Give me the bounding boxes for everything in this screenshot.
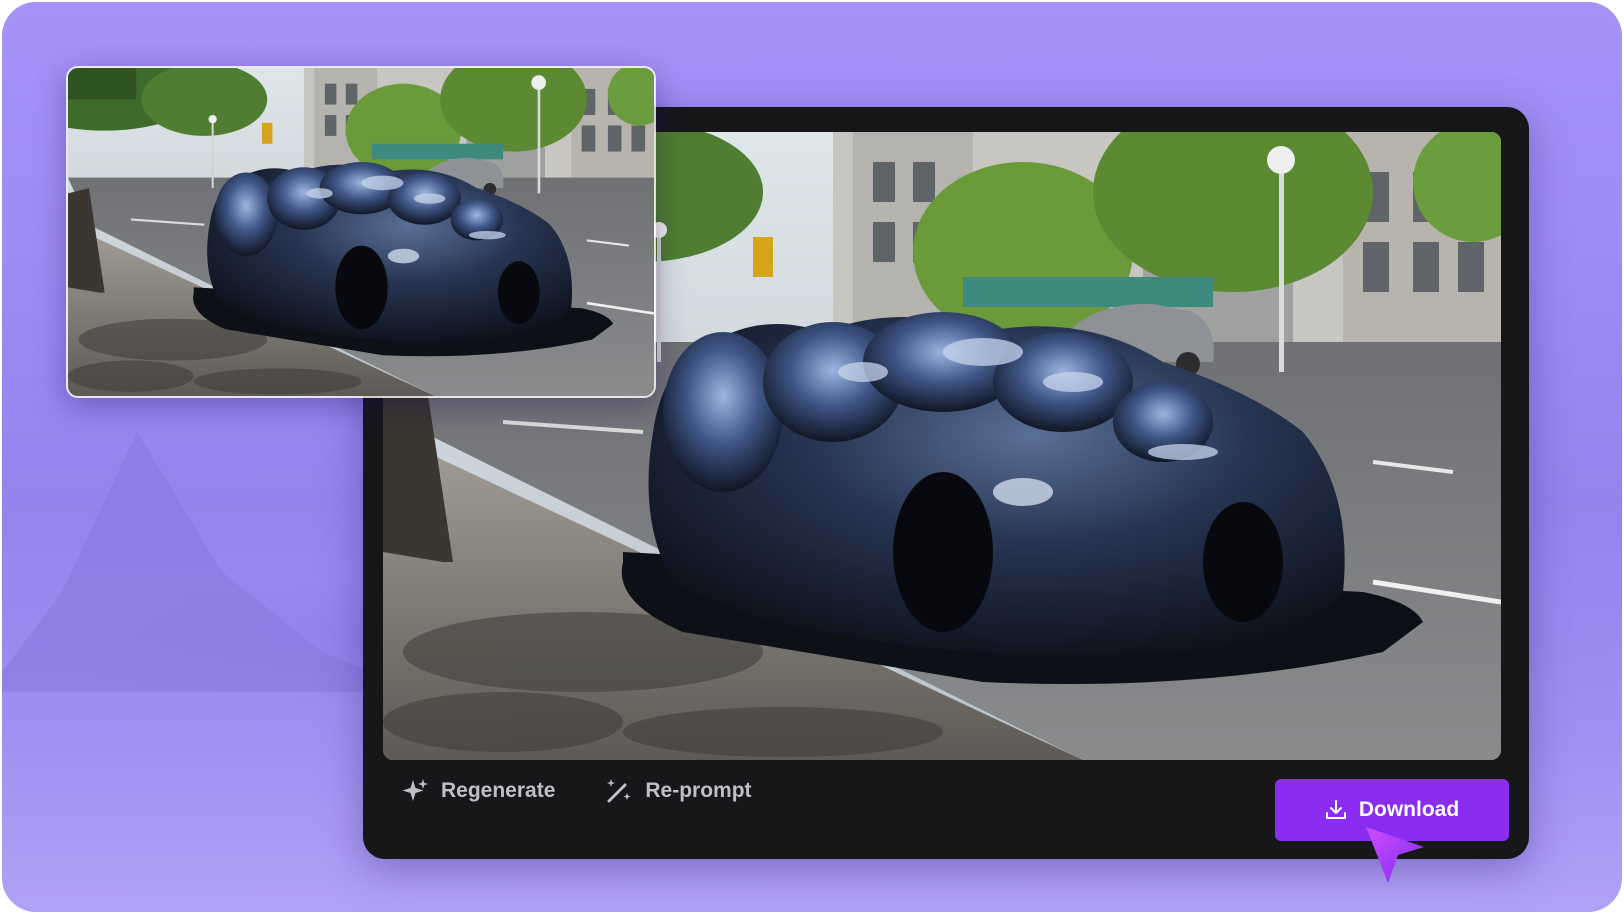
action-bar: Regenerate Re-prompt xyxy=(401,777,802,805)
sparkle-icon xyxy=(402,779,428,801)
reprompt-button[interactable]: Re-prompt xyxy=(605,777,752,805)
magic-wand-icon xyxy=(607,779,631,803)
reprompt-label: Re-prompt xyxy=(645,779,752,802)
pointer-cursor-icon xyxy=(1366,827,1424,883)
original-image-render xyxy=(68,68,654,396)
download-icon xyxy=(1325,800,1346,819)
regenerate-button[interactable]: Regenerate xyxy=(401,777,555,805)
original-image-thumbnail xyxy=(66,66,656,398)
regenerate-label: Regenerate xyxy=(441,779,556,802)
download-label: Download xyxy=(1358,798,1460,821)
promo-stage: Regenerate Re-prompt Download xyxy=(2,2,1622,912)
background-mountain xyxy=(2,432,422,692)
